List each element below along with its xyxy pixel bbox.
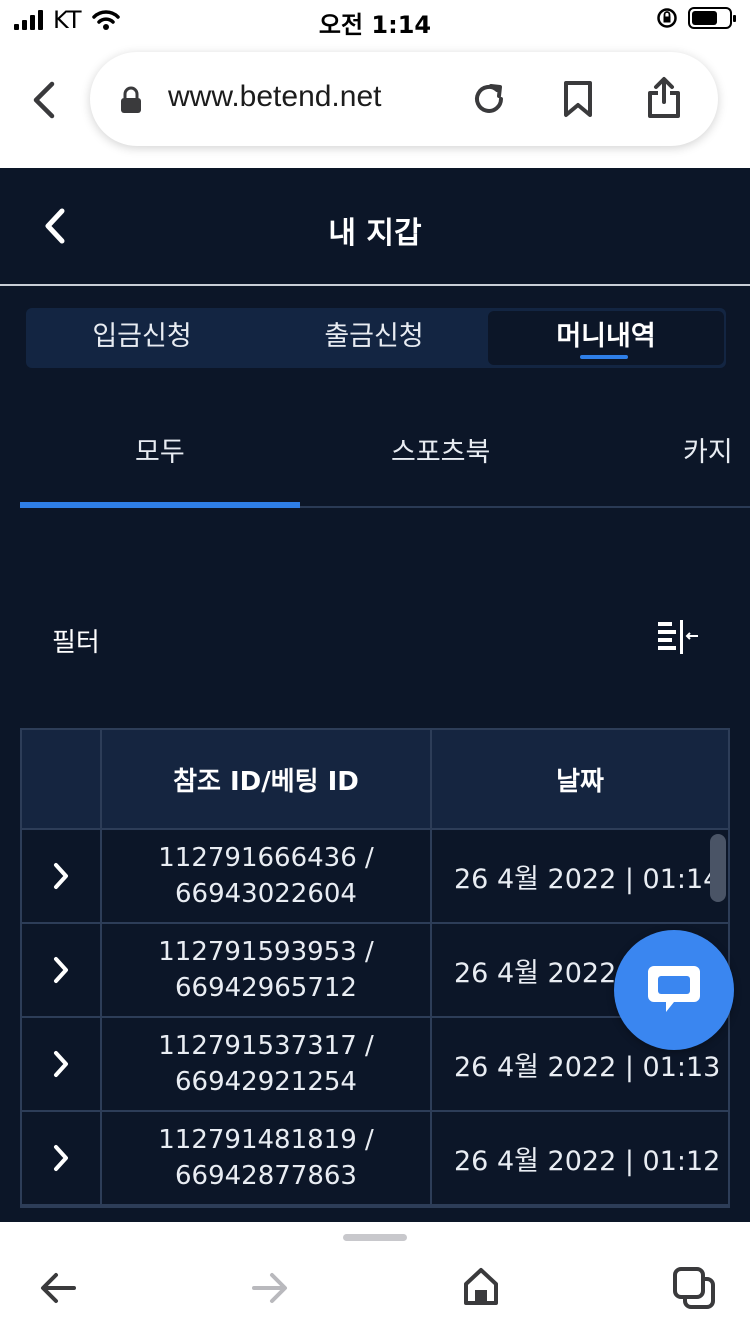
url-text: www.betend.net <box>168 80 382 113</box>
subtab-all[interactable]: 모두 <box>135 430 185 469</box>
address-bar[interactable]: www.betend.net <box>90 52 718 146</box>
active-tab-underline <box>580 355 628 359</box>
ref-id: 112791666436 / <box>158 843 374 873</box>
bet-id: 66942921254 <box>175 1067 357 1097</box>
tabs-icon[interactable] <box>672 1266 716 1310</box>
clock: 오전 1:14 <box>318 11 432 39</box>
tab-money-history[interactable]: 머니내역 <box>488 311 724 365</box>
table-row[interactable]: 112791537317 /66942921254 26 4월 2022 | 0… <box>22 1018 728 1112</box>
header-date: 날짜 <box>556 766 604 797</box>
chat-bubble-icon <box>648 966 700 1012</box>
filter-collapse-icon[interactable] <box>656 618 700 658</box>
row-date: 26 4월 2022 | 01:12 <box>454 1145 721 1177</box>
bet-id: 66942877863 <box>175 1161 357 1191</box>
ref-id: 112791537317 / <box>158 1031 374 1061</box>
filter-label: 필터 <box>52 628 100 658</box>
ref-id: 112791593953 / <box>158 937 374 967</box>
orientation-lock-icon <box>657 8 677 28</box>
header-ref-id: 참조 ID/베팅 ID <box>102 730 432 828</box>
bet-id: 66942965712 <box>175 973 357 1003</box>
chevron-right-icon[interactable] <box>51 955 71 985</box>
home-icon[interactable] <box>462 1266 500 1306</box>
subtab-sportsbook[interactable]: 스포츠북 <box>391 430 490 469</box>
lock-icon <box>121 86 141 113</box>
reload-icon[interactable] <box>470 80 508 118</box>
chevron-right-icon[interactable] <box>51 861 71 891</box>
table-scrollbar[interactable] <box>710 834 726 902</box>
row-date: 26 4월 2022 | 01:14 <box>454 863 721 895</box>
battery-icon <box>688 7 736 29</box>
chevron-right-icon[interactable] <box>51 1143 71 1173</box>
tab-deposit[interactable]: 입금신청 <box>26 308 258 368</box>
home-grabber <box>343 1234 407 1241</box>
table-header: 참조 ID/베팅 ID 날짜 <box>22 730 728 830</box>
header-expand <box>22 730 102 828</box>
active-subtab-indicator <box>20 502 300 508</box>
subtab-casino[interactable]: 카지 <box>683 430 733 469</box>
browser-bottom-bar <box>0 1222 750 1334</box>
browser-toolbar: www.betend.net <box>0 40 750 168</box>
tab-withdraw[interactable]: 출금신청 <box>258 308 490 368</box>
table-row[interactable]: 112791481819 / 66942877863 26 4월 2022 | 0… <box>22 1112 728 1206</box>
wallet-segment-control: 입금신청 출금신청 머니내역 <box>26 308 726 368</box>
tab-money-history-label: 머니내역 <box>556 321 656 352</box>
chevron-right-icon[interactable] <box>51 1049 71 1079</box>
status-bar: KT 오전 1:14 <box>0 0 750 40</box>
live-chat-button[interactable] <box>614 930 734 1050</box>
table-row[interactable]: 112791666436 / 66943022604 26 4월 2022 | 0… <box>22 830 728 924</box>
nav-forward-icon[interactable] <box>250 1270 290 1306</box>
share-icon[interactable] <box>646 76 682 120</box>
ref-id: 112791481819 / <box>158 1125 374 1155</box>
bookmark-icon[interactable] <box>562 80 594 118</box>
nav-back-icon[interactable] <box>38 1270 78 1306</box>
category-tabs: 모두 스포츠북 카지 <box>20 398 750 508</box>
bet-id: 66943022604 <box>175 879 357 909</box>
browser-back-icon[interactable] <box>26 78 66 122</box>
wallet-page: 내 지갑 입금신청 출금신청 머니내역 모두 스포츠북 카지 필터 참조 ID/… <box>0 168 750 1222</box>
app-header: 내 지갑 <box>0 168 750 286</box>
page-title: 내 지갑 <box>328 216 422 251</box>
